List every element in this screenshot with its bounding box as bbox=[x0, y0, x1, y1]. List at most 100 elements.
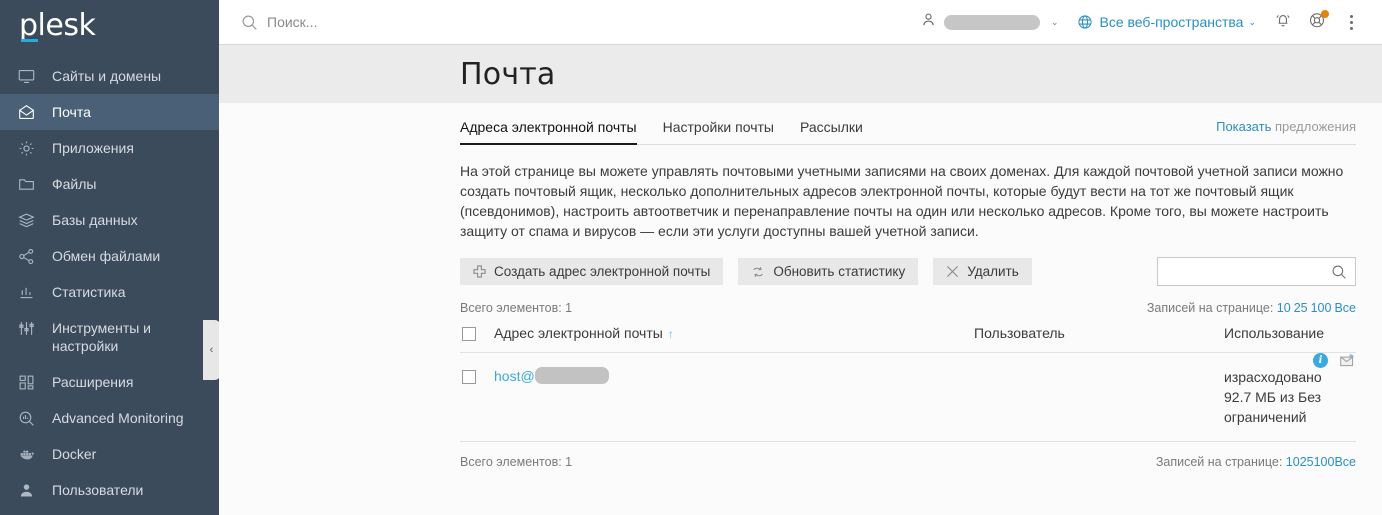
sidebar-item-users[interactable]: Пользователи bbox=[0, 472, 219, 508]
tab-mailing-lists[interactable]: Рассылки bbox=[800, 119, 863, 144]
plesk-logo-text: plesk bbox=[19, 8, 96, 43]
sidebar: plesk Сайты и домены Почта Приложения Фа… bbox=[0, 0, 219, 515]
search-icon[interactable] bbox=[1331, 264, 1347, 280]
select-all-header bbox=[460, 325, 494, 354]
sidebar-item-label: Сайты и домены bbox=[52, 68, 162, 84]
sidebar-item-file-sharing[interactable]: Обмен файлами bbox=[0, 238, 219, 274]
sort-ascending-icon[interactable]: ↑ bbox=[668, 327, 674, 341]
sidebar-item-label: Почта bbox=[52, 104, 91, 120]
sidebar-collapse-button[interactable]: ‹ bbox=[203, 320, 219, 380]
page-title-band: Почта bbox=[219, 45, 1382, 103]
sidebar-item-databases[interactable]: Базы данных bbox=[0, 202, 219, 238]
chevron-down-icon: ⌄ bbox=[1050, 16, 1059, 27]
table-header-row: Адрес электронной почты ↑ Пользователь Ис… bbox=[460, 325, 1356, 354]
user-icon bbox=[18, 481, 42, 499]
bell-icon bbox=[1274, 11, 1292, 34]
show-offers-rest-text: предложения bbox=[1271, 119, 1356, 134]
total-items-label: Всего элементов: 1 bbox=[460, 301, 573, 315]
refresh-icon bbox=[751, 265, 765, 279]
more-menu-button[interactable] bbox=[1334, 5, 1368, 39]
sidebar-item-sites-and-domains[interactable]: Сайты и домены bbox=[0, 58, 219, 94]
sidebar-item-files[interactable]: Файлы bbox=[0, 166, 219, 202]
per-page-option-25-bottom[interactable]: 25 bbox=[1300, 455, 1314, 469]
table-head: Адрес электронной почты ↑ Пользователь Ис… bbox=[460, 325, 1356, 354]
column-header-usage[interactable]: Использование bbox=[1224, 325, 1356, 354]
sidebar-item-label: Статистика bbox=[52, 284, 126, 300]
sidebar-item-extensions[interactable]: Расширения bbox=[0, 364, 219, 400]
per-page-option-100-bottom[interactable]: 100 bbox=[1314, 455, 1335, 469]
table-search-input[interactable] bbox=[1168, 264, 1331, 279]
search-icon bbox=[241, 14, 258, 31]
chart-icon bbox=[18, 283, 42, 301]
docker-icon bbox=[18, 445, 42, 463]
per-page-option-10[interactable]: 10 bbox=[1277, 301, 1291, 315]
chevron-down-icon: ⌄ bbox=[1248, 16, 1256, 27]
sidebar-item-tools-and-settings[interactable]: Инструменты и настройки bbox=[0, 310, 219, 364]
plesk-logo[interactable]: plesk bbox=[0, 0, 219, 46]
workspace-selector[interactable]: Все веб-пространства ⌄ bbox=[1067, 14, 1267, 30]
account-menu[interactable]: ⌄ bbox=[913, 12, 1067, 32]
per-page-option-10-bottom[interactable]: 10 bbox=[1286, 455, 1300, 469]
column-label: Пользователь bbox=[974, 325, 1065, 342]
tab-label: Адреса электронной почты bbox=[460, 119, 637, 135]
email-address-link[interactable]: host@ bbox=[494, 368, 535, 384]
show-offers-link[interactable]: Показать предложения bbox=[1216, 119, 1356, 144]
magnifier-chart-icon bbox=[18, 409, 42, 427]
sidebar-item-applications[interactable]: Приложения bbox=[0, 130, 219, 166]
sidebar-item-advanced-monitoring[interactable]: Advanced Monitoring bbox=[0, 400, 219, 436]
per-page-option-all-bottom[interactable]: Все bbox=[1334, 455, 1356, 469]
tab-label: Настройки почты bbox=[662, 119, 774, 135]
monitor-icon bbox=[18, 67, 42, 85]
refresh-statistics-label: Обновить статистику bbox=[773, 264, 906, 279]
sidebar-item-label: Обмен файлами bbox=[52, 248, 161, 264]
tab-label: Рассылки bbox=[799, 119, 863, 135]
sidebar-item-statistics[interactable]: Статистика bbox=[0, 274, 219, 310]
delete-cross-icon bbox=[946, 265, 959, 278]
workspace-label: Все веб-пространства bbox=[1099, 14, 1244, 30]
sidebar-item-label: Базы данных bbox=[52, 212, 138, 228]
create-email-address-button[interactable]: Создать адрес электронной почты bbox=[460, 258, 724, 285]
per-page-label-bottom: Записей на странице: bbox=[1155, 455, 1283, 470]
table-row[interactable]: host@ израсходовано 92.7 МБ из Без огран… bbox=[460, 352, 1356, 443]
help-badge-dot bbox=[1321, 10, 1329, 18]
global-search[interactable]: Поиск... bbox=[241, 14, 913, 31]
page-title: Почта bbox=[460, 56, 556, 92]
help-button[interactable] bbox=[1300, 5, 1334, 39]
delete-button[interactable]: Удалить bbox=[933, 258, 1032, 285]
per-page-option-25[interactable]: 25 bbox=[1294, 301, 1308, 315]
row-user-cell bbox=[974, 352, 1224, 443]
globe-icon bbox=[1077, 14, 1093, 30]
avatar-icon bbox=[921, 12, 936, 32]
show-offers-link-text: Показать bbox=[1216, 119, 1272, 134]
tab-email-addresses[interactable]: Адреса электронной почты bbox=[460, 119, 637, 145]
table-meta-bottom: Всего элементов: 1 Записей на странице: … bbox=[460, 455, 1356, 469]
column-header-email-address[interactable]: Адрес электронной почты ↑ bbox=[494, 325, 974, 354]
select-all-checkbox[interactable] bbox=[462, 327, 476, 342]
table-meta-top: Всего элементов: 1 Записей на странице: … bbox=[460, 301, 1356, 315]
notifications-button[interactable] bbox=[1266, 5, 1300, 39]
sidebar-item-label: Расширения bbox=[52, 374, 134, 390]
column-header-user[interactable]: Пользователь bbox=[974, 325, 1224, 354]
account-name-redacted bbox=[943, 14, 1040, 30]
refresh-statistics-button[interactable]: Обновить статистику bbox=[738, 258, 919, 285]
row-checkbox[interactable] bbox=[462, 369, 476, 384]
table-body: host@ израсходовано 92.7 МБ из Без огран… bbox=[460, 352, 1356, 443]
plus-icon bbox=[473, 265, 486, 278]
per-page-option-all[interactable]: Все bbox=[1334, 301, 1356, 315]
table-search[interactable] bbox=[1157, 257, 1356, 286]
mail-icon bbox=[18, 103, 42, 121]
sidebar-item-mail[interactable]: Почта bbox=[0, 94, 219, 130]
info-icon[interactable]: i bbox=[1313, 353, 1328, 369]
page-content: Адреса электронной почты Настройки почты… bbox=[219, 103, 1382, 515]
logo-underscore-accent bbox=[21, 39, 38, 42]
total-items-label-bottom: Всего элементов: 1 bbox=[460, 455, 573, 470]
sidebar-item-label: Инструменты и настройки bbox=[52, 320, 152, 354]
sidebar-item-label: Docker bbox=[52, 446, 97, 462]
tab-mail-settings[interactable]: Настройки почты bbox=[663, 119, 774, 144]
sidebar-item-docker[interactable]: Docker bbox=[0, 436, 219, 472]
row-email-address-cell: host@ bbox=[494, 352, 974, 443]
row-usage-text: израсходовано 92.7 МБ из Без ограничений bbox=[1224, 369, 1322, 426]
webmail-icon[interactable] bbox=[1339, 353, 1356, 368]
create-email-address-label: Создать адрес электронной почты bbox=[494, 264, 711, 279]
per-page-option-100[interactable]: 100 bbox=[1311, 301, 1332, 315]
